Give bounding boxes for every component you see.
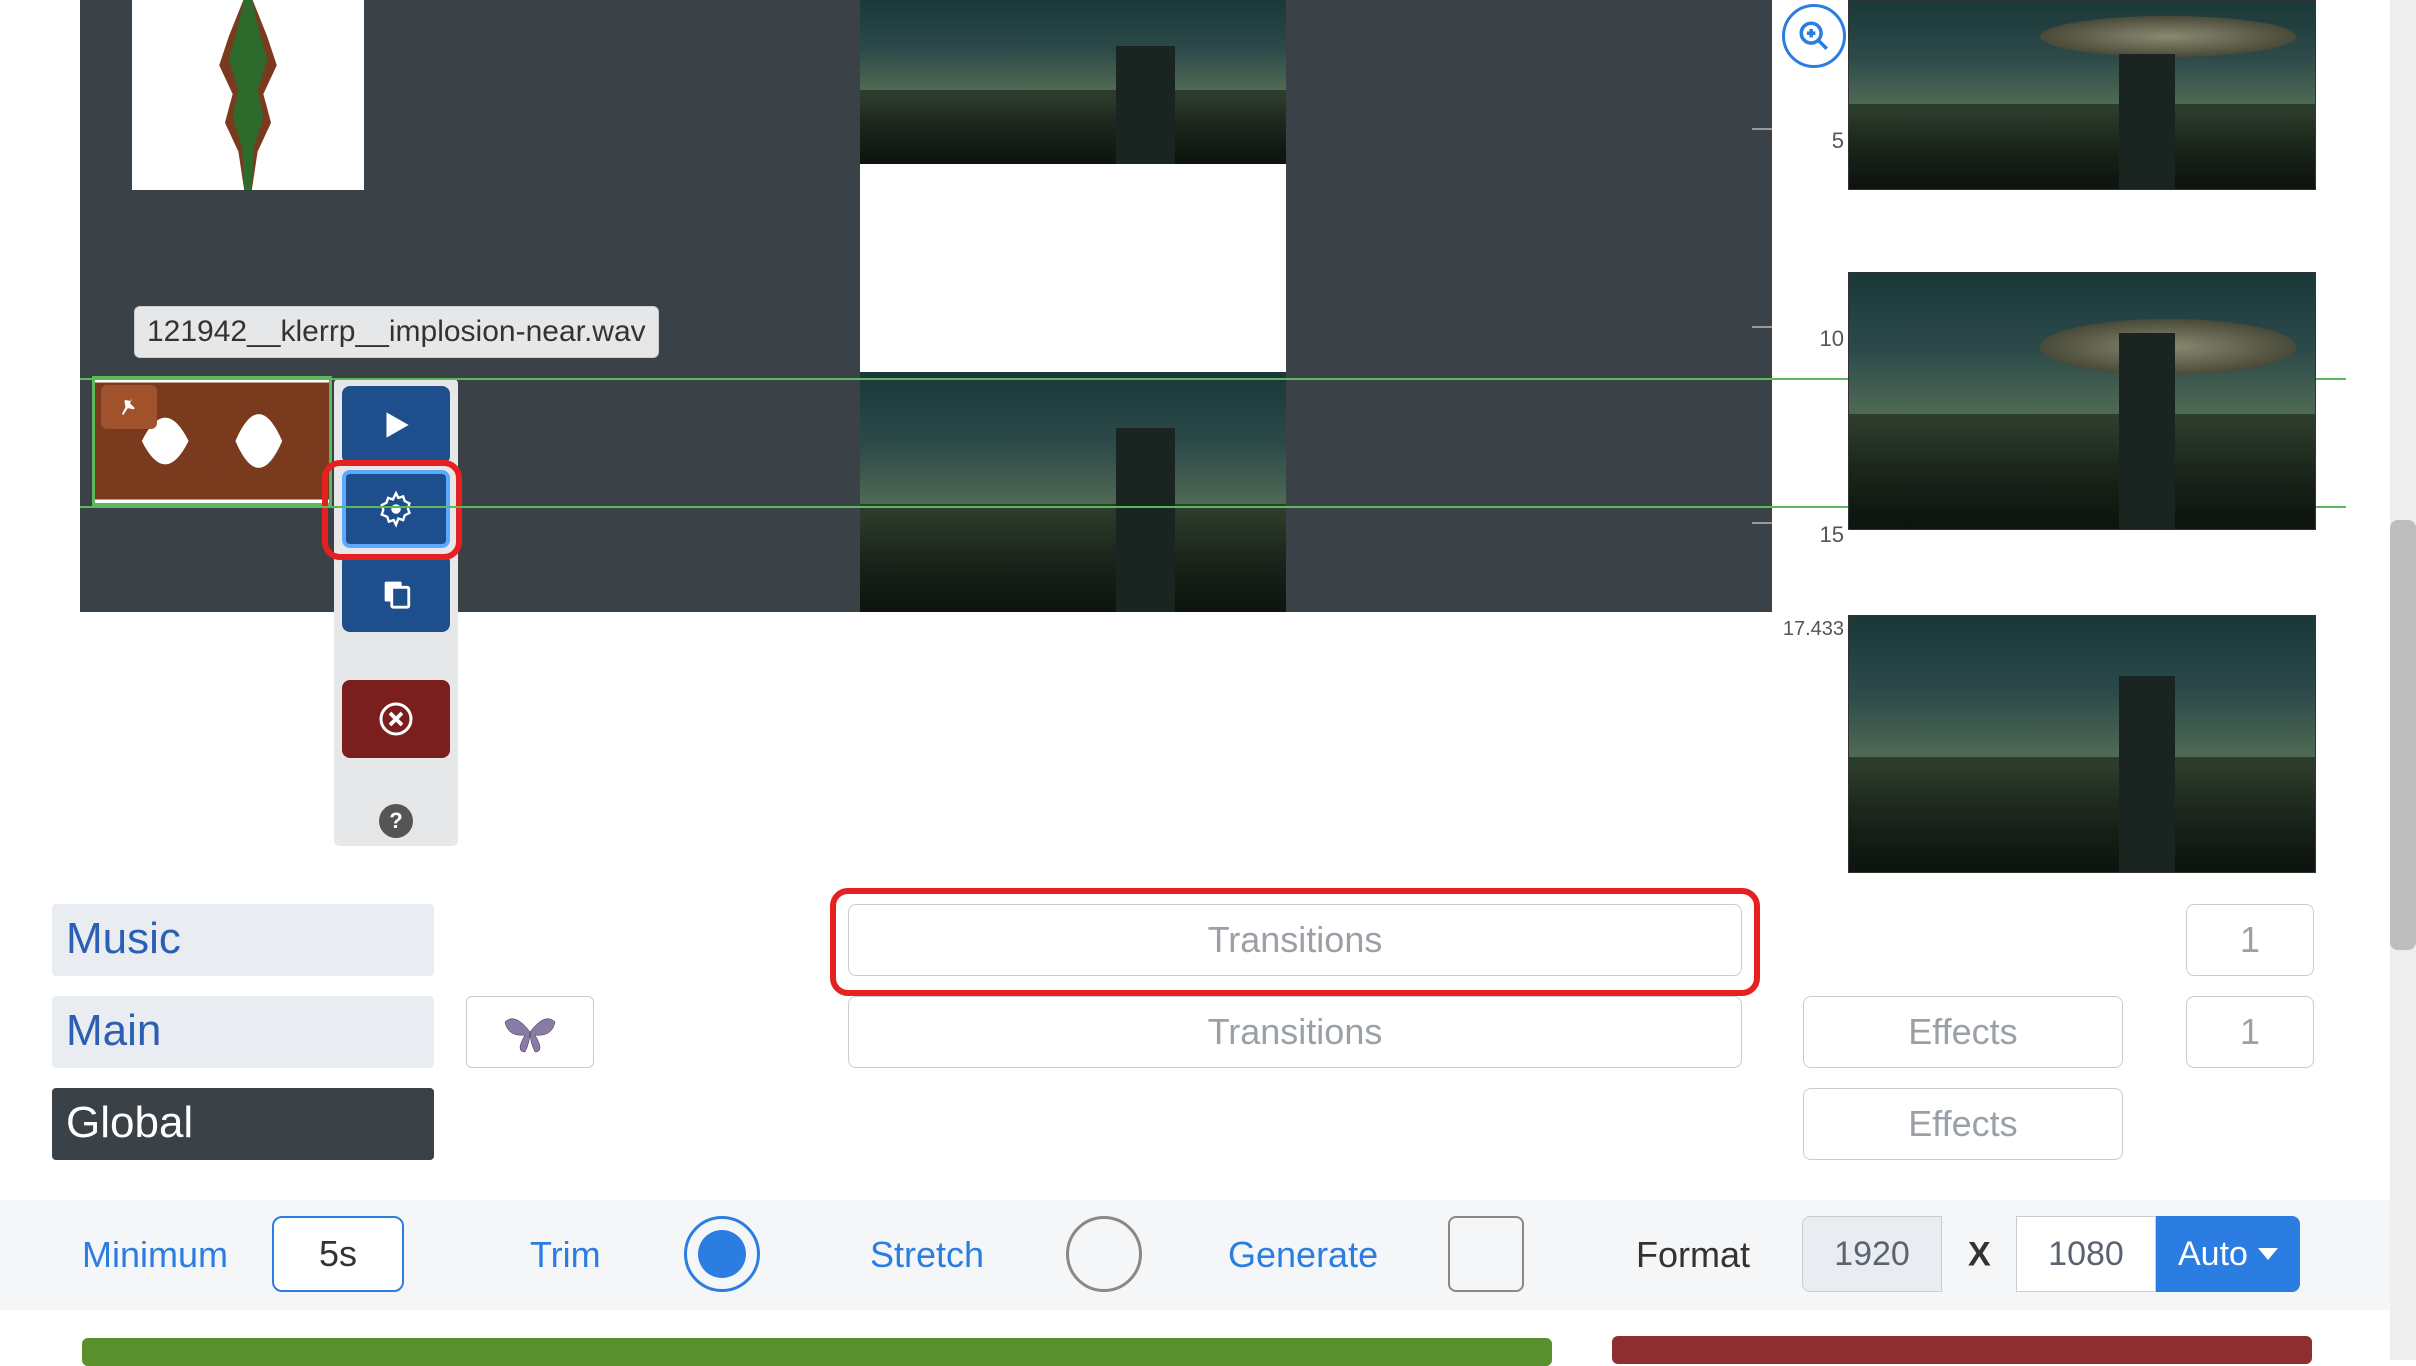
dimension-separator: X <box>1968 1236 1991 1275</box>
audio-clip-filename: 121942__klerrp__implosion-near.wav <box>134 306 659 358</box>
vertical-scrollbar[interactable] <box>2390 0 2416 1360</box>
storyboard-frame[interactable] <box>1848 615 2316 873</box>
ruler-tick: 17.433 <box>1783 618 1844 641</box>
track-label-main[interactable]: Main <box>52 996 434 1068</box>
height-display: 1080 <box>2016 1216 2156 1292</box>
audio-clip-thumbnail[interactable] <box>132 0 364 190</box>
storyboard-column <box>1848 0 2316 873</box>
waveform-icon <box>132 0 364 190</box>
chevron-down-icon <box>2258 1248 2278 1260</box>
copy-icon <box>379 576 413 610</box>
play-button[interactable] <box>342 386 450 464</box>
auto-format-dropdown[interactable]: Auto <box>2156 1216 2300 1292</box>
ruler-tick: 10 <box>1820 326 1844 352</box>
trim-label: Trim <box>530 1234 601 1276</box>
track-label-music[interactable]: Music <box>52 904 434 976</box>
generate-toggle[interactable] <box>1448 1216 1524 1292</box>
transitions-button-main[interactable]: Transitions <box>848 996 1742 1068</box>
storyboard-frame[interactable] <box>1848 272 2316 530</box>
stretch-label: Stretch <box>870 1234 984 1276</box>
timeline-canvas[interactable]: 121942__klerrp__implosion-near.wav ? <box>80 0 1772 612</box>
stretch-toggle[interactable] <box>1066 1216 1142 1292</box>
effects-button-global[interactable]: Effects <box>1803 1088 2123 1160</box>
duplicate-button[interactable] <box>342 554 450 632</box>
clip-thumbnail-butterfly[interactable] <box>466 996 594 1068</box>
delete-button[interactable] <box>342 680 450 758</box>
effects-button-main[interactable]: Effects <box>1803 996 2123 1068</box>
help-button[interactable]: ? <box>379 804 413 838</box>
close-circle-icon <box>378 701 414 737</box>
minimum-input[interactable] <box>272 1216 404 1292</box>
ruler-tick: 5 <box>1832 128 1844 154</box>
clip-context-toolbar: ? <box>334 378 458 846</box>
generate-label: Generate <box>1228 1234 1378 1276</box>
play-icon <box>377 406 415 444</box>
video-frame-preview[interactable] <box>860 0 1286 164</box>
video-frame-blank[interactable] <box>860 164 1286 372</box>
ruler-tick: 15 <box>1820 522 1844 548</box>
scrollbar-thumb[interactable] <box>2390 520 2416 950</box>
storyboard-frame[interactable] <box>1848 0 2316 190</box>
width-display: 1920 <box>1802 1216 1942 1292</box>
butterfly-icon <box>500 1007 560 1057</box>
track-label-global[interactable]: Global <box>52 1088 434 1160</box>
selected-audio-clip[interactable] <box>92 376 332 506</box>
pin-icon[interactable] <box>101 385 157 429</box>
time-ruler: 5 10 15 17.433 <box>1772 0 1848 640</box>
primary-action-button[interactable] <box>82 1338 1552 1366</box>
settings-button[interactable] <box>342 470 450 548</box>
gear-icon <box>377 490 415 528</box>
format-label: Format <box>1636 1234 1750 1276</box>
trim-toggle[interactable] <box>684 1216 760 1292</box>
minimum-label: Minimum <box>82 1234 228 1276</box>
auto-label: Auto <box>2178 1235 2248 1274</box>
bottom-control-bar: Minimum Trim Stretch Generate Format 192… <box>0 1200 2416 1310</box>
track-count-music[interactable]: 1 <box>2186 904 2314 976</box>
track-count-main[interactable]: 1 <box>2186 996 2314 1068</box>
transitions-button-music[interactable]: Transitions <box>848 904 1742 976</box>
video-frame-preview[interactable] <box>860 372 1286 612</box>
